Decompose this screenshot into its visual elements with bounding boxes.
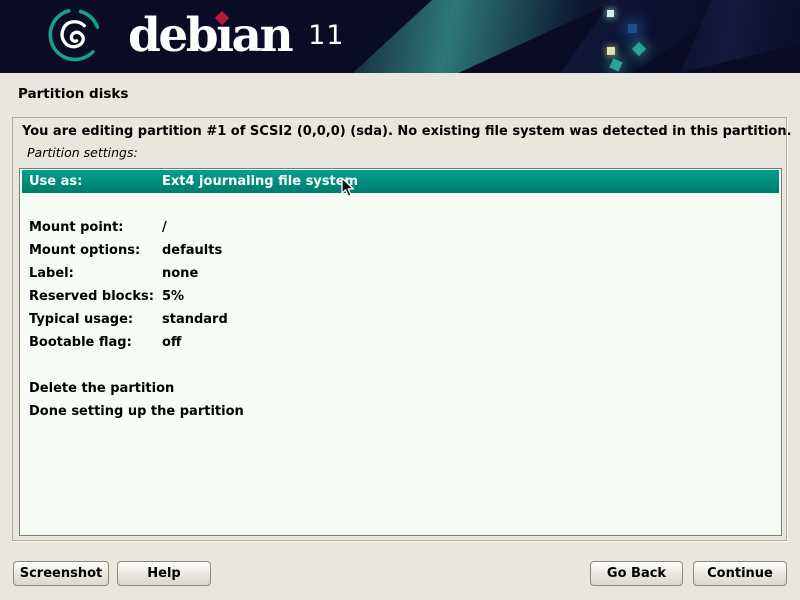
list-row-delete-partition[interactable]: Delete the partition: [22, 377, 779, 400]
row-value: off: [162, 331, 181, 354]
list-row-done-partition[interactable]: Done setting up the partition: [22, 400, 779, 423]
list-row-label[interactable]: Label: none: [22, 262, 779, 285]
page-title: Partition disks: [18, 86, 128, 102]
list-row-spacer: [22, 193, 779, 216]
list-row-bootable-flag[interactable]: Bootable flag: off: [22, 331, 779, 354]
list-row-use-as[interactable]: Use as: Ext4 journaling file system: [22, 170, 779, 193]
version-number: 11: [308, 22, 344, 49]
mouse-cursor-icon: [341, 177, 358, 199]
banner-sparkle-yellow-square: [607, 47, 615, 55]
wordmark-right: an: [232, 8, 292, 63]
row-label: Bootable flag:: [29, 331, 162, 354]
row-label: Done setting up the partition: [29, 400, 244, 423]
continue-button[interactable]: Continue: [693, 561, 787, 586]
partition-settings-caption: Partition settings:: [27, 145, 138, 160]
row-label: Mount point:: [29, 216, 162, 239]
row-value: Ext4 journaling file system: [162, 170, 358, 193]
row-label: Mount options:: [29, 239, 162, 262]
row-label: Delete the partition: [29, 377, 174, 400]
go-back-button[interactable]: Go Back: [590, 561, 683, 586]
row-label: [29, 354, 162, 377]
row-label: Typical usage:: [29, 308, 162, 331]
banner-sparkle-mint-square: [607, 10, 614, 17]
partition-settings-list[interactable]: Use as: Ext4 journaling file system Moun…: [19, 168, 782, 536]
debian-banner: debıan 11: [0, 0, 800, 73]
row-value: defaults: [162, 239, 222, 262]
list-row-mount-point[interactable]: Mount point: /: [22, 216, 779, 239]
list-row-mount-options[interactable]: Mount options: defaults: [22, 239, 779, 262]
wordmark-left: deb: [128, 8, 216, 63]
row-value: standard: [162, 308, 228, 331]
list-row-typical-usage[interactable]: Typical usage: standard: [22, 308, 779, 331]
list-row-spacer: [22, 354, 779, 377]
row-label: Label:: [29, 262, 162, 285]
row-value: 5%: [162, 285, 184, 308]
row-value: none: [162, 262, 198, 285]
debian-wordmark: debıan 11: [128, 12, 344, 59]
edit-partition-message: You are editing partition #1 of SCSI2 (0…: [22, 124, 780, 139]
debian-swirl-logo-icon: [40, 5, 108, 70]
screenshot-button[interactable]: Screenshot: [13, 561, 109, 586]
row-label: [29, 193, 162, 216]
row-label: Reserved blocks:: [29, 285, 162, 308]
list-row-reserved-blocks[interactable]: Reserved blocks: 5%: [22, 285, 779, 308]
banner-sparkle-blue-square: [628, 24, 637, 33]
row-value: /: [162, 216, 167, 239]
row-label: Use as:: [29, 170, 162, 193]
wordmark-text: debıan: [128, 12, 291, 59]
help-button[interactable]: Help: [117, 561, 211, 586]
partition-dialog-panel: You are editing partition #1 of SCSI2 (0…: [12, 117, 787, 541]
